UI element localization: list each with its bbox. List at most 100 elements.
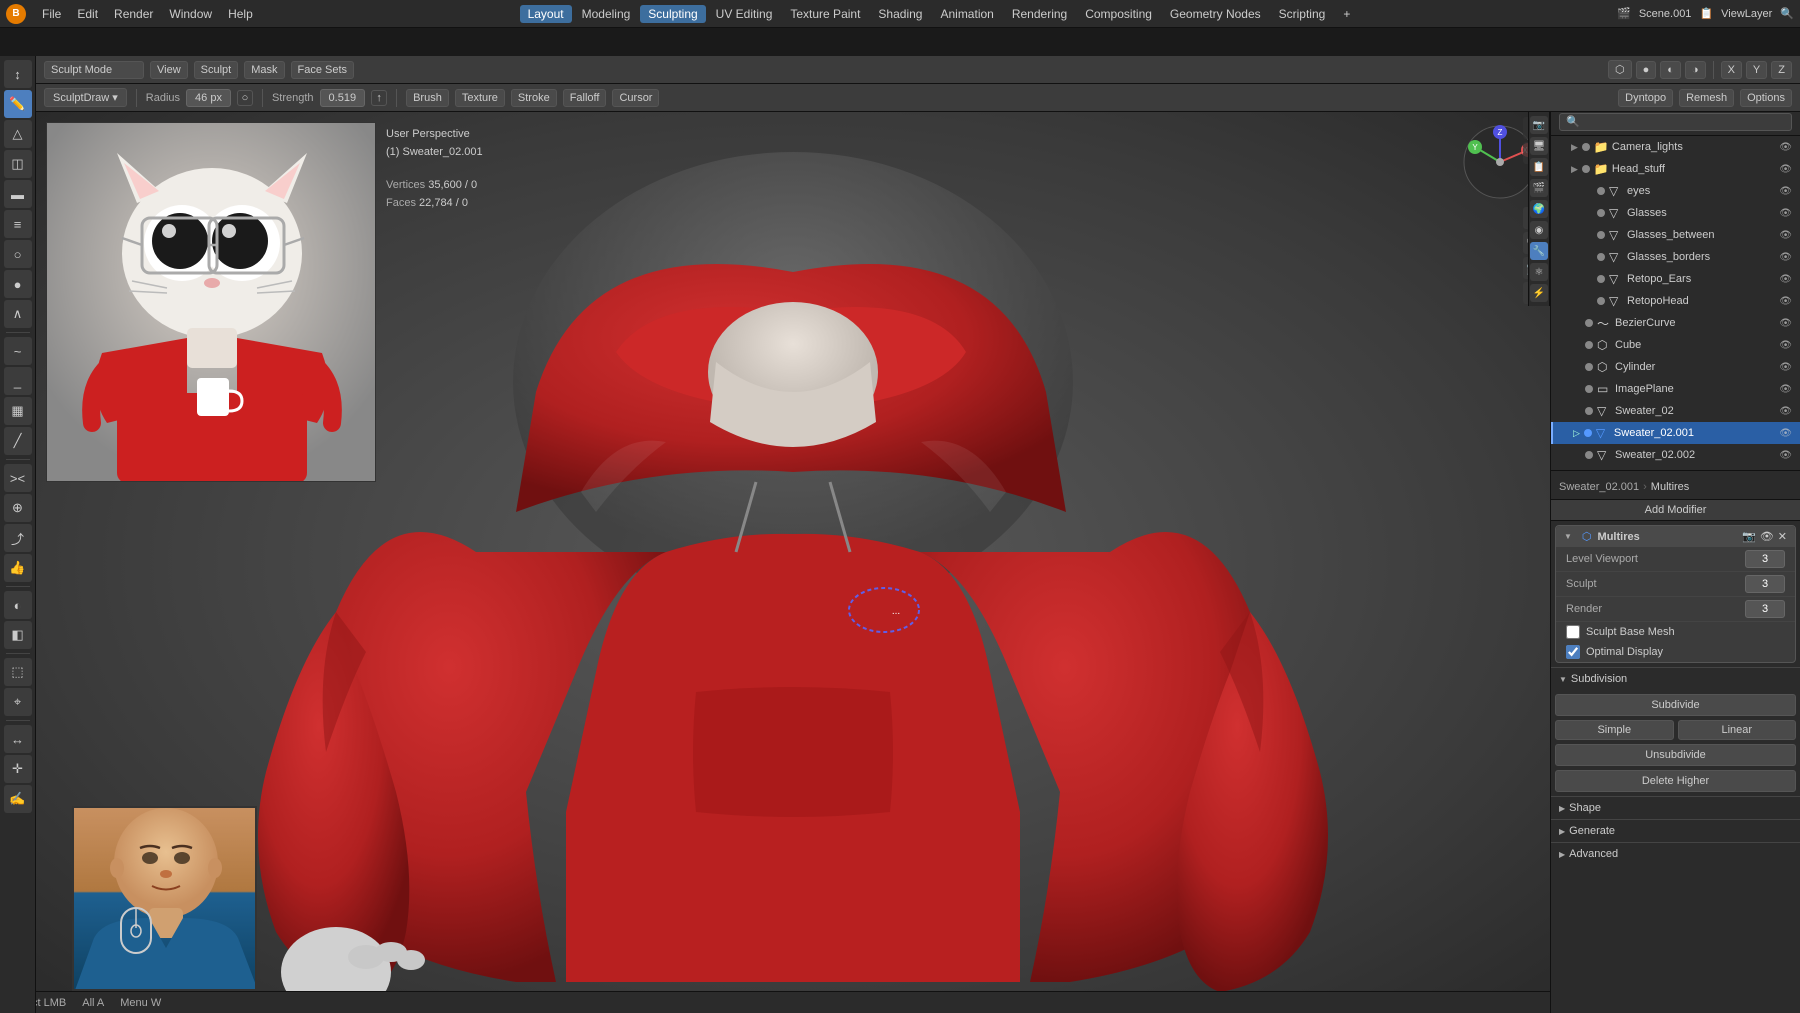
texture-menu[interactable]: Texture xyxy=(455,89,505,107)
sculpt-base-mesh-checkbox[interactable] xyxy=(1566,625,1580,639)
side-physics-icon[interactable]: ⚡ xyxy=(1530,284,1548,302)
tool-scrape[interactable]: ╱ xyxy=(4,427,32,455)
overlay-btn[interactable]: ⬡ xyxy=(1608,60,1632,79)
workspace-rendering[interactable]: Rendering xyxy=(1004,5,1075,23)
strength-input[interactable]: 0.519 xyxy=(320,89,366,107)
side-modifier-icon[interactable]: 🔧 xyxy=(1530,242,1548,260)
modifier-vis-icon[interactable]: 👁 xyxy=(1760,530,1774,543)
workspace-modeling[interactable]: Modeling xyxy=(574,5,639,23)
radius-input[interactable]: 46 px xyxy=(186,89,231,107)
main-viewport[interactable]: ... xyxy=(36,112,1550,1013)
menu-file[interactable]: File xyxy=(34,5,69,23)
menu-edit[interactable]: Edit xyxy=(69,5,106,23)
level-viewport-value[interactable]: 3 xyxy=(1745,550,1785,568)
sc-item-glasses[interactable]: ▽ Glasses 👁 xyxy=(1551,202,1800,224)
tool-magnify[interactable]: ⊕ xyxy=(4,494,32,522)
modifier-cam-icon[interactable]: 📷 xyxy=(1742,530,1756,543)
workspace-layout[interactable]: Layout xyxy=(520,5,572,23)
mode-selector[interactable]: Sculpt Mode xyxy=(44,61,144,79)
advanced-section[interactable]: ▶ Advanced xyxy=(1551,842,1800,865)
linear-btn[interactable]: Linear xyxy=(1678,720,1797,740)
viewport-shading-render[interactable]: ◑ xyxy=(1685,61,1706,79)
side-particles-icon[interactable]: ⚛ xyxy=(1530,263,1548,281)
unsubdivide-btn[interactable]: Unsubdivide xyxy=(1555,744,1796,766)
workspace-uv[interactable]: UV Editing xyxy=(708,5,781,23)
workspace-scripting[interactable]: Scripting xyxy=(1271,5,1334,23)
workspace-sculpting[interactable]: Sculpting xyxy=(640,5,705,23)
brush-menu[interactable]: Brush xyxy=(406,89,449,107)
tool-layer[interactable]: ≡ xyxy=(4,210,32,238)
tool-box-select[interactable]: ⬚ xyxy=(4,658,32,686)
side-render-icon[interactable]: 📷 xyxy=(1530,116,1548,134)
workspace-add[interactable]: + xyxy=(1335,5,1358,23)
sc-item-imageplane[interactable]: ▭ ImagePlane 👁 xyxy=(1551,378,1800,400)
tool-smooth[interactable]: ~ xyxy=(4,337,32,365)
tool-mask[interactable]: ◐ xyxy=(4,591,32,619)
viewport-shading-mat[interactable]: ◐ xyxy=(1660,61,1681,79)
workspace-texture[interactable]: Texture Paint xyxy=(782,5,868,23)
sc-item-cylinder[interactable]: ⬡ Cylinder 👁 xyxy=(1551,356,1800,378)
tool-grab[interactable]: ↕ xyxy=(4,60,32,88)
stroke-menu[interactable]: Stroke xyxy=(511,89,557,107)
sc-item-retopohead[interactable]: ▽ RetopoHead 👁 xyxy=(1551,290,1800,312)
symmetry-y[interactable]: Y xyxy=(1746,61,1767,79)
tool-move[interactable]: ✛ xyxy=(4,755,32,783)
side-view-icon[interactable]: 📋 xyxy=(1530,158,1548,176)
tool-clay[interactable]: ◫ xyxy=(4,150,32,178)
tool-draw-faceset[interactable]: ◧ xyxy=(4,621,32,649)
tool-crease[interactable]: ∧ xyxy=(4,300,32,328)
tool-draw-sharp[interactable]: △ xyxy=(4,120,32,148)
falloff-menu[interactable]: Falloff xyxy=(563,89,607,107)
tool-annotate[interactable]: ✍ xyxy=(4,785,32,813)
search-icon[interactable]: 🔍 xyxy=(1780,7,1794,20)
tool-blob[interactable]: ● xyxy=(4,270,32,298)
delete-higher-btn[interactable]: Delete Higher xyxy=(1555,770,1796,792)
brush-type-selector[interactable]: SculptDraw ▾ xyxy=(44,88,127,107)
view-menu[interactable]: View xyxy=(150,61,188,79)
workspace-geonodes[interactable]: Geometry Nodes xyxy=(1162,5,1269,23)
strength-icon[interactable]: ↑ xyxy=(371,90,387,106)
tool-clay-strips[interactable]: ▬ xyxy=(4,180,32,208)
sculpt-menu[interactable]: Sculpt xyxy=(194,61,239,79)
render-value[interactable]: 3 xyxy=(1745,600,1785,618)
facesets-menu[interactable]: Face Sets xyxy=(291,61,355,79)
sc-item-cube[interactable]: ⬡ Cube 👁 xyxy=(1551,334,1800,356)
tool-snake-hook[interactable]: ⤴ xyxy=(4,524,32,552)
add-modifier-btn[interactable]: Add Modifier xyxy=(1551,500,1800,521)
sc-item-sweater-02-001[interactable]: ▷ ▽ Sweater_02.001 👁 xyxy=(1551,422,1800,444)
sc-item-camera-lights[interactable]: ▶ 📁 Camera_lights 👁 xyxy=(1551,136,1800,158)
tool-flatten[interactable]: _ xyxy=(4,367,32,395)
tool-pinch[interactable]: >< xyxy=(4,464,32,492)
menu-render[interactable]: Render xyxy=(106,5,161,23)
side-object-icon[interactable]: ◉ xyxy=(1530,221,1548,239)
radius-icon[interactable]: ○ xyxy=(237,90,253,106)
sc-item-glasses-between[interactable]: ▽ Glasses_between 👁 xyxy=(1551,224,1800,246)
sc-item-retopo-ears[interactable]: ▽ Retopo_Ears 👁 xyxy=(1551,268,1800,290)
sc-item-sweater-02-002[interactable]: ▽ Sweater_02.002 👁 xyxy=(1551,444,1800,466)
generate-section[interactable]: ▶ Generate xyxy=(1551,819,1800,842)
tool-lasso-select[interactable]: ⌖ xyxy=(4,688,32,716)
symmetry-z[interactable]: Z xyxy=(1771,61,1792,79)
menu-window[interactable]: Window xyxy=(161,5,220,23)
side-scene-icon[interactable]: 🎬 xyxy=(1530,179,1548,197)
scene-search-input[interactable] xyxy=(1559,113,1792,131)
eye-icon[interactable]: 👁 xyxy=(1779,164,1792,175)
cursor-menu[interactable]: Cursor xyxy=(612,89,659,107)
subdivision-section[interactable]: ▼ Subdivision xyxy=(1551,667,1800,690)
mask-menu[interactable]: Mask xyxy=(244,61,284,79)
tool-sculpt-draw[interactable]: ✏️ xyxy=(4,90,32,118)
sc-item-beziercurve[interactable]: 〜 BezierCurve 👁 xyxy=(1551,312,1800,334)
sc-item-eyes[interactable]: ▽ eyes 👁 xyxy=(1551,180,1800,202)
dyntopo-btn[interactable]: Dyntopo xyxy=(1618,89,1673,107)
shape-section[interactable]: ▶ Shape xyxy=(1551,796,1800,819)
workspace-shading[interactable]: Shading xyxy=(870,5,930,23)
options-btn[interactable]: Options xyxy=(1740,89,1792,107)
tool-inflate[interactable]: ○ xyxy=(4,240,32,268)
tool-fill[interactable]: ▦ xyxy=(4,397,32,425)
tool-thumb[interactable]: 👍 xyxy=(4,554,32,582)
symmetry-x[interactable]: X xyxy=(1721,61,1742,79)
sculpt-value[interactable]: 3 xyxy=(1745,575,1785,593)
optimal-display-checkbox[interactable] xyxy=(1566,645,1580,659)
tool-transform[interactable]: ↔ xyxy=(4,725,32,753)
modifier-close-icon[interactable]: ✕ xyxy=(1778,530,1787,543)
